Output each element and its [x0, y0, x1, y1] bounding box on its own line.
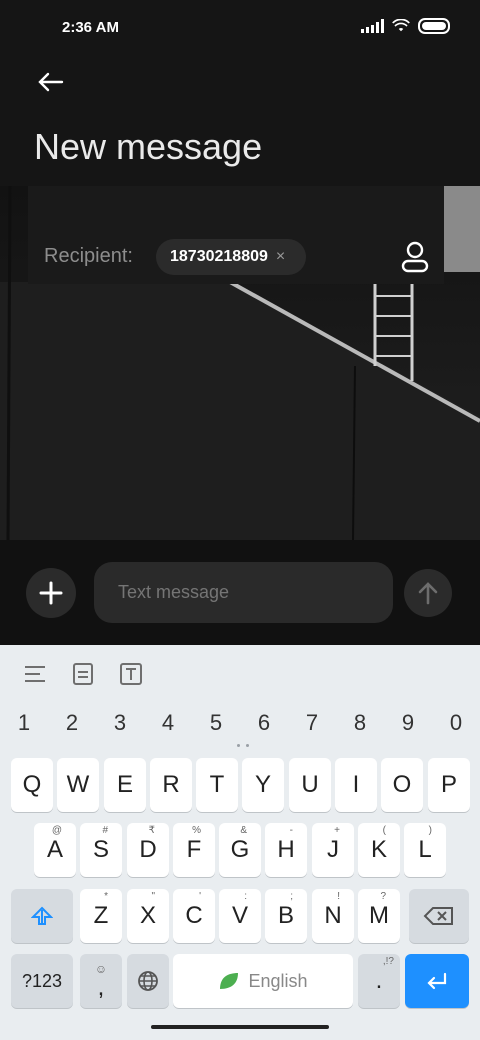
key-y[interactable]: Y: [242, 758, 284, 812]
symbols-key[interactable]: ?123: [11, 954, 73, 1008]
shift-key[interactable]: [11, 889, 73, 943]
key-s[interactable]: S #: [80, 823, 122, 877]
key-d[interactable]: D ₹: [127, 823, 169, 877]
key-v[interactable]: V:: [219, 889, 261, 943]
space-language-label: English: [248, 970, 308, 991]
keyboard-toolbar: [0, 645, 480, 699]
key-t[interactable]: T: [196, 758, 238, 812]
key-i[interactable]: I: [335, 758, 377, 812]
backspace-icon: [423, 907, 453, 925]
text-doc-icon[interactable]: [71, 662, 95, 686]
number-row: 1 2 3 4 5 6 7 8 9 0: [0, 710, 480, 740]
recipient-label: Recipient:: [44, 245, 133, 267]
key-q[interactable]: Q: [11, 758, 53, 812]
recipient-number: 18730218809: [170, 248, 268, 265]
key-k[interactable]: K(: [358, 823, 400, 877]
key-3[interactable]: 3: [105, 710, 135, 736]
keyboard: 1 2 3 4 5 6 7 8 9 0 Q W E R T Y U I O P …: [0, 645, 480, 1040]
key-x[interactable]: X ": [127, 889, 169, 943]
gesture-bar[interactable]: [151, 1025, 329, 1029]
key-e[interactable]: E: [104, 758, 146, 812]
key-z[interactable]: Z *: [80, 889, 122, 943]
enter-arrow-icon: [427, 972, 447, 990]
key-w[interactable]: W: [57, 758, 99, 812]
recipient-chip[interactable]: 18730218809 ×: [156, 239, 306, 275]
compose-bar: [0, 540, 480, 645]
backspace-key[interactable]: [409, 889, 469, 943]
space-key[interactable]: English: [173, 954, 353, 1008]
key-0[interactable]: 0: [441, 710, 471, 736]
leaf-icon: [220, 973, 239, 989]
key-c[interactable]: C ': [173, 889, 215, 943]
contact-picker-icon[interactable]: [400, 241, 430, 273]
screen: 2:36 AM New message Recipient: 187302188…: [0, 0, 480, 1040]
recipient-bar: Recipient: 18730218809 ×: [28, 186, 444, 284]
emoji-comma-key[interactable]: ☺ ,: [80, 954, 122, 1008]
key-o[interactable]: O: [381, 758, 423, 812]
language-key[interactable]: [127, 954, 169, 1008]
clipboard-list-icon[interactable]: [23, 662, 47, 686]
attach-button[interactable]: [26, 568, 76, 618]
period-key[interactable]: . ,!?: [358, 954, 400, 1008]
key-p[interactable]: P: [428, 758, 470, 812]
key-9[interactable]: 9: [393, 710, 423, 736]
page-indicator: [237, 744, 249, 747]
key-5[interactable]: 5: [201, 710, 231, 736]
status-time: 2:36 AM: [62, 19, 119, 36]
key-7[interactable]: 7: [297, 710, 327, 736]
status-icons: [361, 18, 450, 34]
key-l[interactable]: L): [404, 823, 446, 877]
enter-key[interactable]: [405, 954, 469, 1008]
key-j[interactable]: J +: [312, 823, 354, 877]
plus-icon: [39, 581, 63, 605]
emoji-icon: ☺: [94, 962, 108, 976]
send-button[interactable]: [404, 569, 452, 617]
remove-recipient-icon[interactable]: ×: [276, 248, 285, 266]
key-f[interactable]: F%: [173, 823, 215, 877]
shift-arrow-icon: [31, 906, 53, 925]
signal-icon: [361, 19, 384, 33]
key-u[interactable]: U: [289, 758, 331, 812]
battery-icon: [418, 18, 450, 34]
wifi-icon: [392, 19, 410, 32]
header: New message: [0, 56, 480, 186]
key-6[interactable]: 6: [249, 710, 279, 736]
key-g[interactable]: G &: [219, 823, 261, 877]
send-arrow-icon: [418, 582, 438, 605]
message-input[interactable]: [94, 562, 393, 623]
key-b[interactable]: B;: [265, 889, 307, 943]
key-h[interactable]: H-: [265, 823, 307, 877]
key-m[interactable]: M?: [358, 889, 400, 943]
globe-icon: [138, 971, 158, 991]
key-n[interactable]: N!: [312, 889, 354, 943]
key-4[interactable]: 4: [153, 710, 183, 736]
key-2[interactable]: 2: [57, 710, 87, 736]
text-format-icon[interactable]: [119, 662, 143, 686]
key-1[interactable]: 1: [9, 710, 39, 736]
page-title: New message: [34, 126, 263, 167]
status-bar: 2:36 AM: [0, 0, 480, 56]
key-r[interactable]: R: [150, 758, 192, 812]
key-8[interactable]: 8: [345, 710, 375, 736]
back-arrow-icon[interactable]: [34, 66, 66, 98]
key-a[interactable]: A @: [34, 823, 76, 877]
